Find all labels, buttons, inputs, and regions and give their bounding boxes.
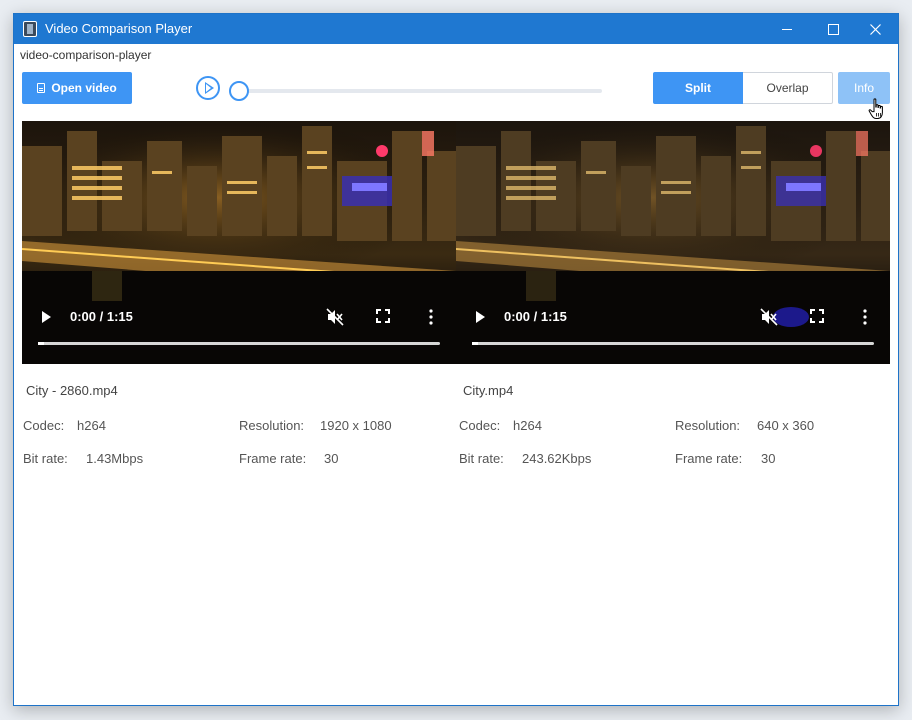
mute-icon[interactable] (326, 308, 344, 326)
video-progress-bar[interactable] (38, 342, 440, 345)
close-button[interactable] (852, 14, 898, 44)
close-icon (869, 23, 881, 35)
codec-value-right: h264 (513, 418, 542, 433)
time-display: 0:00 / 1:15 (70, 309, 133, 324)
bitrate-label-left: Bit rate: (23, 451, 68, 466)
video-progress-fill (38, 342, 44, 345)
fullscreen-icon[interactable] (376, 309, 390, 323)
file-name-right: City.mp4 (463, 383, 514, 398)
app-icon (23, 21, 37, 37)
codec-label-left: Codec: (23, 418, 65, 433)
codec-label-right: Codec: (459, 418, 501, 433)
play-icon[interactable] (42, 311, 51, 323)
fullscreen-icon[interactable] (810, 309, 824, 323)
framerate-label-left: Frame rate: (239, 451, 307, 466)
video-player-left[interactable]: 0:00 / 1:15 (22, 121, 456, 364)
seek-slider-track[interactable] (236, 89, 602, 93)
play-icon[interactable] (476, 311, 485, 323)
framerate-value-left: 30 (324, 451, 339, 466)
mute-icon[interactable] (760, 308, 778, 326)
file-name-left: City - 2860.mp4 (26, 383, 118, 398)
hand-cursor-icon (868, 98, 883, 119)
window-title: Video Comparison Player (45, 21, 193, 36)
bitrate-value-right: 243.62Kbps (522, 451, 592, 466)
file-icon (37, 83, 46, 93)
video-player-right[interactable]: 0:00 / 1:15 (456, 121, 890, 364)
resolution-label-right: Resolution: (675, 418, 741, 433)
open-video-label: Open video (51, 81, 117, 95)
maximize-button[interactable] (810, 14, 856, 44)
resolution-value-right: 640 x 360 (757, 418, 815, 433)
app-window: Video Comparison Player video-comparison… (13, 13, 899, 706)
time-display: 0:00 / 1:15 (504, 309, 567, 324)
bitrate-value-left: 1.43Mbps (86, 451, 144, 466)
minimize-button[interactable] (764, 14, 810, 44)
seek-slider-thumb[interactable] (229, 81, 249, 101)
codec-value-left: h264 (77, 418, 106, 433)
bitrate-label-right: Bit rate: (459, 451, 504, 466)
overlap-mode-button[interactable]: Overlap (743, 72, 833, 104)
resolution-label-left: Resolution: (239, 418, 305, 433)
title-bar: Video Comparison Player (14, 14, 898, 44)
play-button[interactable] (196, 76, 220, 100)
resolution-value-left: 1920 x 1080 (320, 418, 392, 433)
app-label: video-comparison-player (20, 48, 152, 62)
more-icon[interactable] (428, 308, 434, 326)
framerate-value-right: 30 (761, 451, 776, 466)
split-mode-button[interactable]: Split (653, 72, 743, 104)
video-progress-bar[interactable] (472, 342, 874, 345)
video-controls: 0:00 / 1:15 (22, 296, 456, 364)
more-icon[interactable] (862, 308, 868, 326)
video-controls: 0:00 / 1:15 (456, 296, 890, 364)
framerate-label-right: Frame rate: (675, 451, 743, 466)
video-progress-fill (472, 342, 478, 345)
open-video-button[interactable]: Open video (22, 72, 132, 104)
